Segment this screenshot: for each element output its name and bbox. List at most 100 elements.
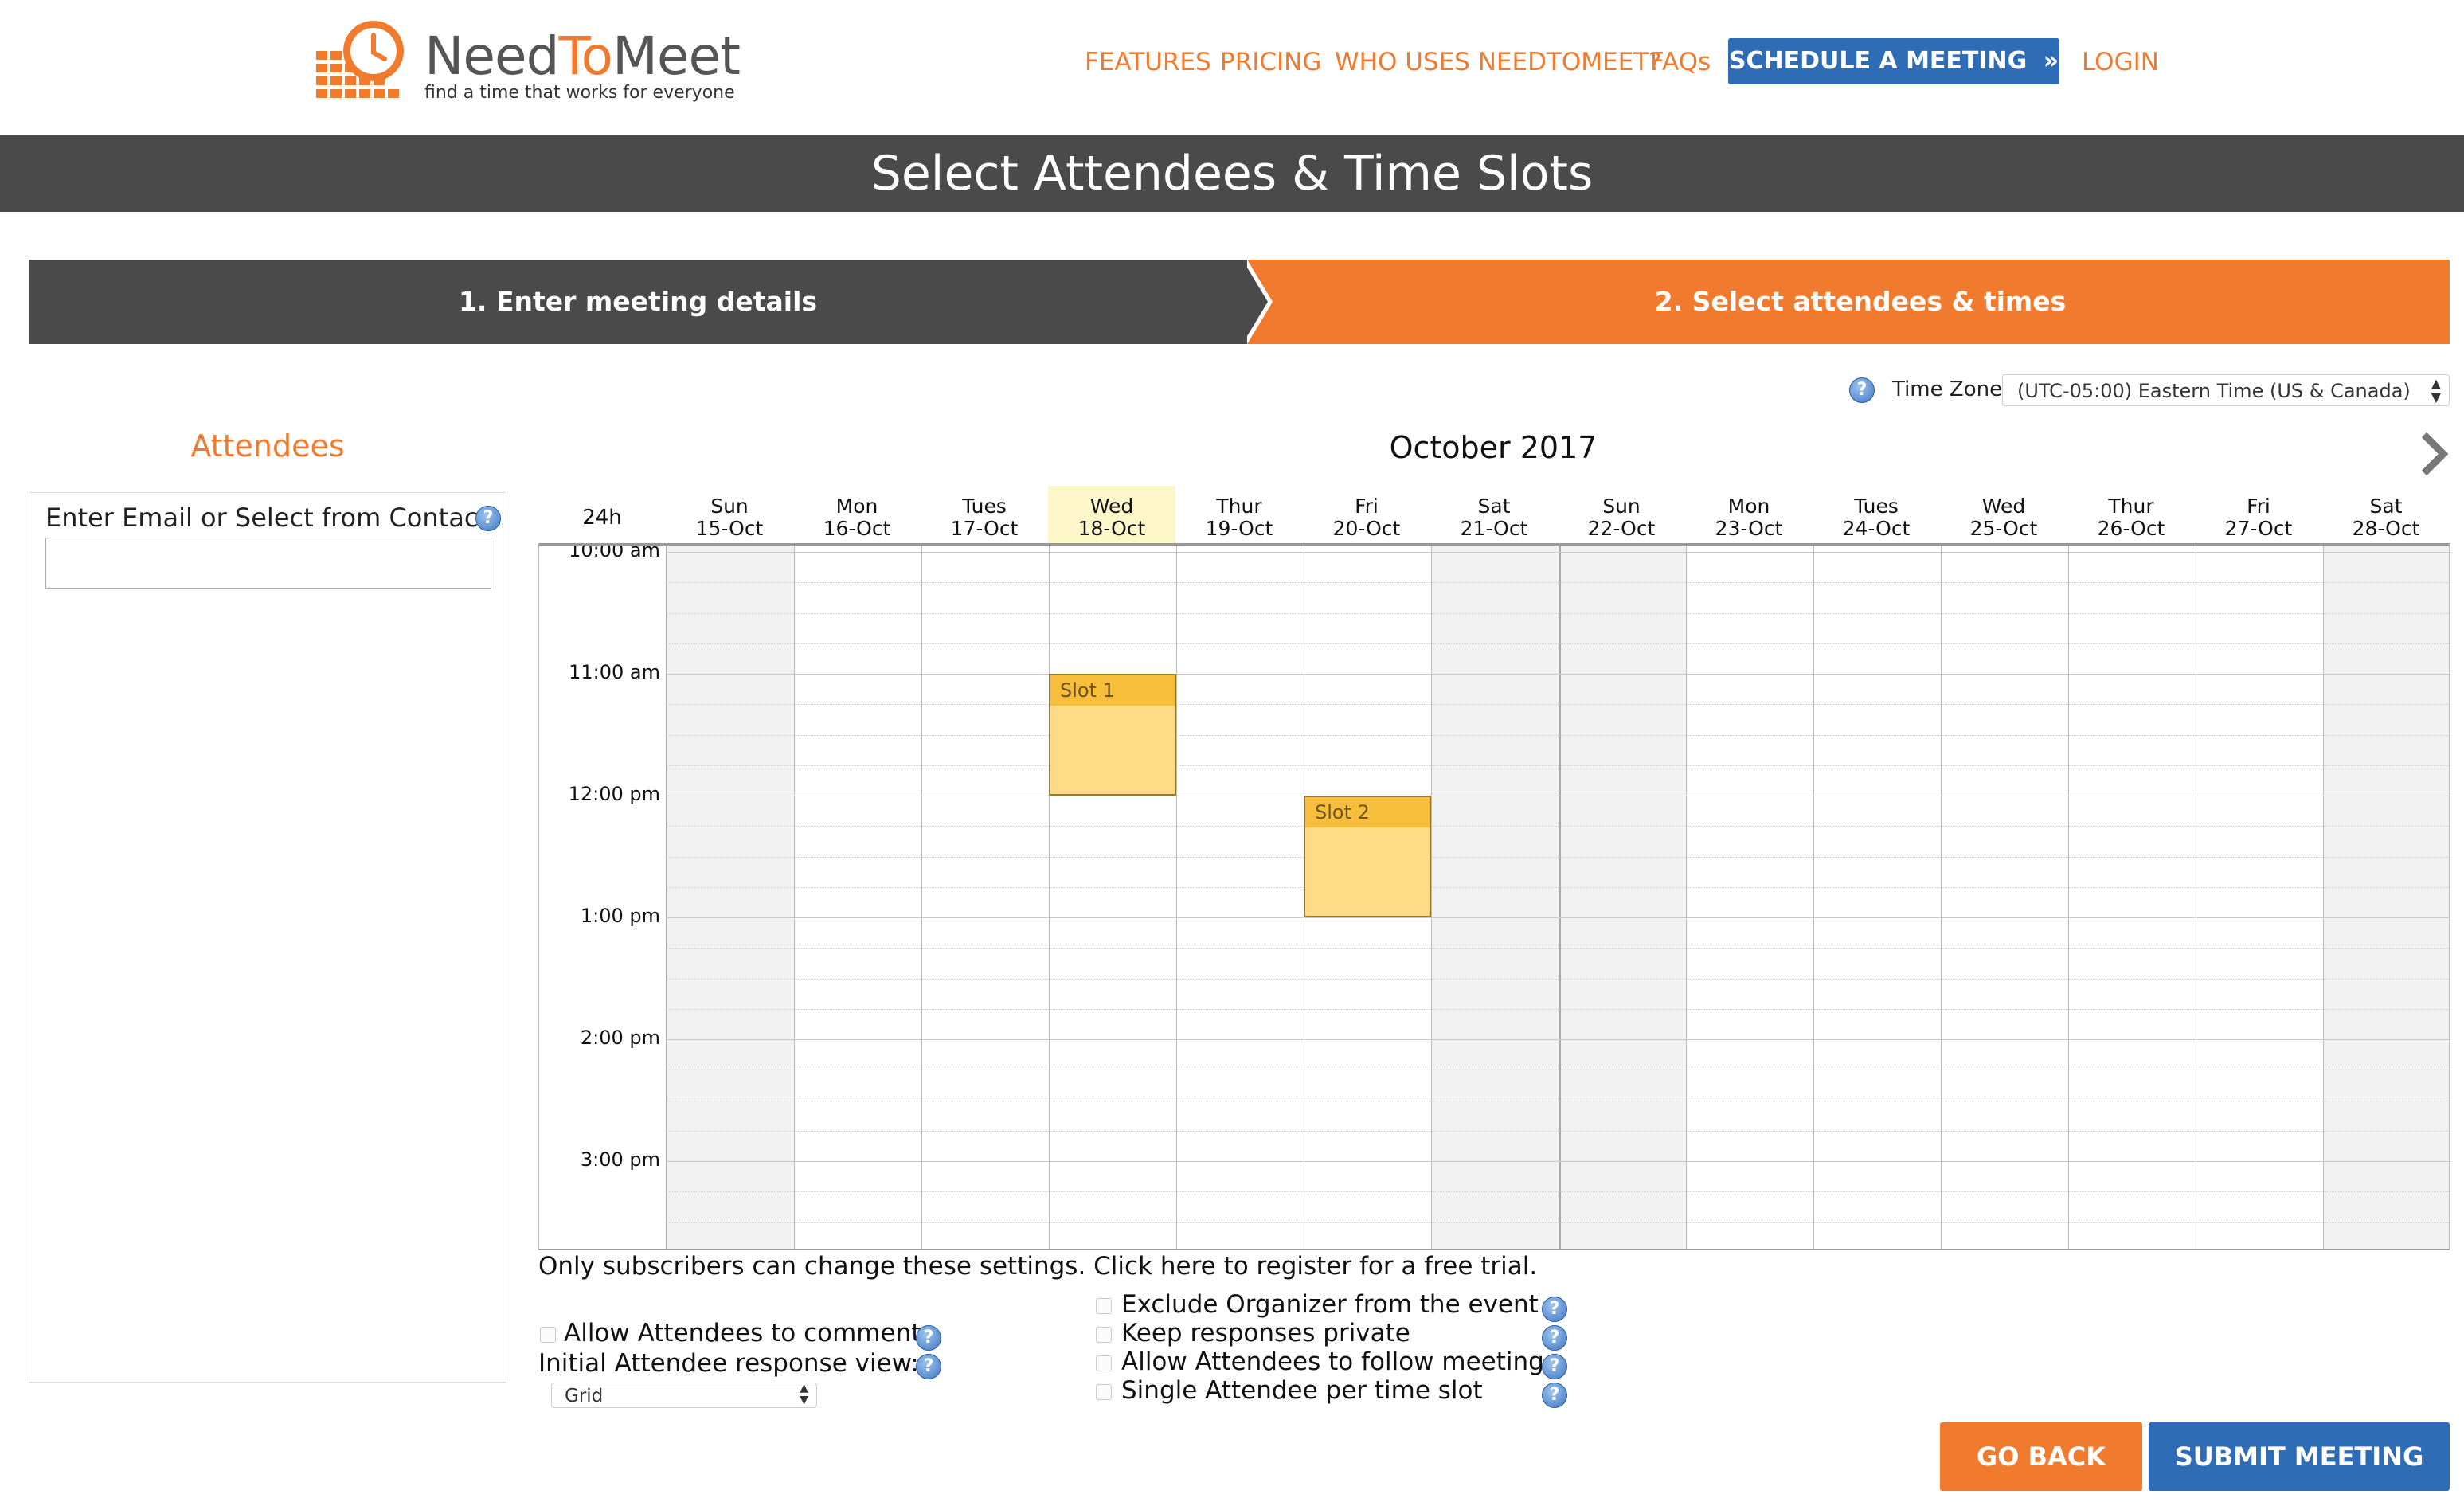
select-arrows-icon: ▲ ▼ (2431, 376, 2441, 405)
day-column[interactable] (2323, 546, 2449, 1249)
day-date: 27-Oct (2224, 517, 2293, 540)
exclude-organizer-checkbox[interactable] (1096, 1298, 1112, 1314)
timezone-help-icon[interactable]: ? (1849, 377, 1875, 403)
day-column[interactable] (2068, 546, 2196, 1249)
day-of-week: Thur (1216, 495, 1262, 518)
calendar-header: 24h Sun 15-Oct Mon 16-Oct Tues 17-Oct Wed 18-Oc… (538, 486, 2450, 543)
day-of-week: Wed (1981, 495, 2026, 518)
keep-private-checkbox[interactable] (1096, 1327, 1112, 1343)
day-header: Wed 18-Oct (1048, 486, 1175, 543)
quarter-line (667, 704, 2449, 706)
day-column[interactable] (667, 546, 794, 1249)
schedule-meeting-button[interactable]: SCHEDULE A MEETING » (1728, 38, 2059, 84)
day-date: 18-Oct (1078, 517, 1146, 540)
attendee-email-input[interactable] (45, 538, 491, 589)
attendee-help-icon[interactable]: ? (475, 506, 501, 531)
site-header: NeedToMeet find a time that works for ev… (0, 0, 2464, 135)
allow-comment-checkbox[interactable] (540, 1327, 556, 1343)
nav-pricing[interactable]: PRICING (1220, 40, 1321, 84)
day-header: Sun 15-Oct (666, 486, 793, 543)
subscriber-notice-link[interactable]: Only subscribers can change these settin… (538, 1252, 1537, 1281)
exclude-organizer-help-icon[interactable]: ? (1542, 1297, 1567, 1322)
timezone-select[interactable]: (UTC-05:00) Eastern Time (US & Canada) ▲… (2002, 374, 2450, 406)
quarter-line (667, 1130, 2449, 1132)
time-label: 11:00 am (569, 661, 660, 683)
hour-line (667, 674, 2449, 675)
next-week-chevron-icon[interactable] (2418, 430, 2450, 478)
day-header: Sat 21-Oct (1430, 486, 1558, 543)
day-of-week: Sat (2369, 495, 2403, 518)
day-date: 19-Oct (1205, 517, 1273, 540)
quarter-line (667, 1008, 2449, 1010)
hour-line (667, 1161, 2449, 1162)
keep-private-label: Keep responses private (1121, 1319, 1410, 1347)
day-of-week: Mon (835, 495, 878, 518)
quarter-line (667, 582, 2449, 584)
day-of-week: Thur (2108, 495, 2154, 518)
step-1-label: 1. Enter meeting details (458, 286, 818, 317)
day-column[interactable] (1813, 546, 1941, 1249)
go-back-button[interactable]: GO BACK (1940, 1422, 2142, 1491)
day-column[interactable] (1176, 546, 1304, 1249)
step-2-label: 2. Select attendees & times (1654, 286, 2067, 317)
quarter-line (667, 643, 2449, 644)
allow-follow-help-icon[interactable]: ? (1542, 1354, 1567, 1379)
allow-comment-help-icon[interactable]: ? (916, 1325, 941, 1351)
time-label: 1:00 pm (580, 905, 660, 927)
nav-features[interactable]: FEATURES (1085, 40, 1211, 84)
quarter-line (667, 612, 2449, 614)
day-column[interactable] (1686, 546, 1813, 1249)
allow-follow-checkbox[interactable] (1096, 1355, 1112, 1371)
day-header: Fri 20-Oct (1303, 486, 1430, 543)
single-attendee-help-icon[interactable]: ? (1542, 1383, 1567, 1408)
quarter-line (667, 856, 2449, 858)
time-gutter-divider (666, 546, 667, 1249)
day-header: Wed 25-Oct (1940, 486, 2067, 543)
calendar-grid[interactable]: 10:00 am 11:00 am 12:00 pm 1:00 pm 2:00 pm 3:… (538, 543, 2450, 1250)
day-date: 26-Oct (2097, 517, 2165, 540)
brand-to: To (558, 25, 612, 87)
day-date: 20-Oct (1332, 517, 1401, 540)
time-slot[interactable]: Slot 1 (1049, 674, 1176, 796)
time-label: 10:00 am (569, 543, 660, 561)
day-column[interactable] (921, 546, 1049, 1249)
day-header: Sun 22-Oct (1558, 486, 1685, 543)
day-date: 21-Oct (1460, 517, 1528, 540)
day-column[interactable] (2196, 546, 2323, 1249)
day-header: Sat 28-Oct (2322, 486, 2450, 543)
day-header: Thur 26-Oct (2067, 486, 2195, 543)
hour-line (667, 1039, 2449, 1040)
day-column[interactable] (794, 546, 921, 1249)
quarter-line (667, 1222, 2449, 1223)
day-of-week: Fri (2247, 495, 2270, 518)
select-arrows-icon: ▲ ▼ (800, 1382, 808, 1406)
day-date: 23-Oct (1715, 517, 1783, 540)
logo[interactable]: NeedToMeet find a time that works for ev… (315, 19, 741, 108)
time-slot-label: Slot 1 (1050, 675, 1175, 706)
nav-login[interactable]: LOGIN (2082, 40, 2159, 84)
time-slot[interactable]: Slot 2 (1304, 796, 1431, 917)
page-title: Select Attendees & Time Slots (0, 135, 2464, 212)
day-header: Tues 17-Oct (921, 486, 1048, 543)
hour-line (667, 917, 2449, 918)
nav-faqs[interactable]: FAQs (1650, 40, 1711, 84)
response-view-help-icon[interactable]: ? (916, 1354, 941, 1379)
single-attendee-checkbox[interactable] (1096, 1384, 1112, 1400)
day-column[interactable] (1049, 546, 1176, 1249)
day-column[interactable] (1559, 546, 1686, 1249)
response-view-select[interactable]: Grid ▲ ▼ (551, 1383, 817, 1408)
nav-who-uses[interactable]: WHO USES NEEDTOMEET? (1335, 40, 1662, 84)
calendar-clock-logo-icon (316, 21, 404, 98)
quarter-line (667, 948, 2449, 949)
day-date: 22-Oct (1587, 517, 1656, 540)
time-format-toggle[interactable]: 24h (538, 486, 666, 543)
hour-line (667, 552, 2449, 553)
double-chevron-right-icon: » (2043, 47, 2059, 75)
day-date: 16-Oct (823, 517, 891, 540)
day-column[interactable] (1431, 546, 1559, 1249)
time-label: 2:00 pm (580, 1027, 660, 1049)
response-view-value: Grid (565, 1386, 604, 1406)
submit-meeting-button[interactable]: SUBMIT MEETING (2149, 1422, 2450, 1491)
day-column[interactable] (1941, 546, 2068, 1249)
day-of-week: Tues (1854, 495, 1899, 518)
